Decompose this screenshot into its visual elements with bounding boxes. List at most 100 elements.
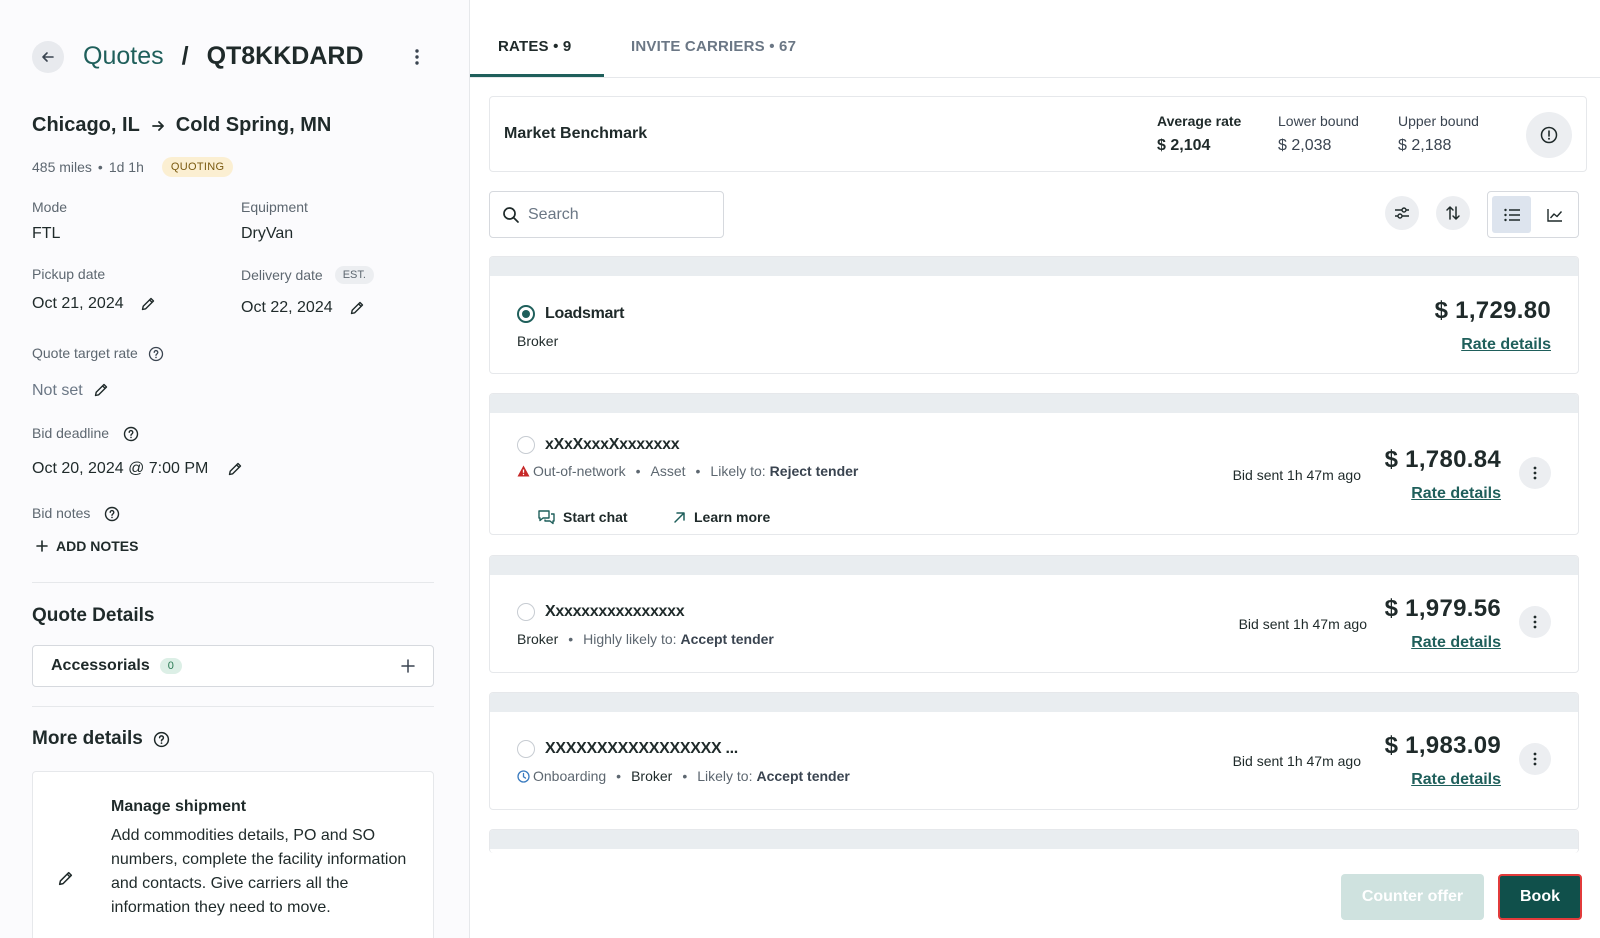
rate-price: $ 1,983.09 — [1384, 732, 1501, 759]
rate-details-link[interactable]: Rate details — [1411, 485, 1501, 503]
manage-shipment-title: Manage shipment — [111, 798, 247, 815]
search-input[interactable] — [528, 205, 708, 224]
carrier-attributes: Broker • Highly likely to: Accept tender — [517, 631, 774, 647]
target-rate-field: Not set — [32, 382, 109, 400]
status-badge: QUOTING — [161, 157, 234, 177]
rate-card-partial — [489, 829, 1579, 853]
bid-notes-label: Bid notes — [32, 505, 91, 521]
filter-sliders-icon — [1395, 207, 1409, 219]
sort-button[interactable] — [1436, 196, 1470, 230]
bid-sent-time: Bid sent 1h 47m ago — [1238, 616, 1367, 632]
target-rate-value: Not set — [32, 382, 83, 399]
equipment-value: DryVan — [241, 225, 294, 242]
breadcrumb-quotes-link[interactable]: Quotes — [83, 42, 164, 71]
accessorials-count-badge: 0 — [159, 658, 182, 674]
arrow-left-icon — [42, 52, 54, 62]
help-icon[interactable] — [123, 426, 139, 442]
quote-more-menu-button[interactable] — [404, 44, 430, 70]
edit-target-rate-icon[interactable] — [93, 382, 109, 398]
benchmark-info-button[interactable] — [1526, 112, 1572, 158]
quote-sidebar: Quotes / QT8KKDARD Chicago, IL Cold Spri… — [0, 0, 470, 938]
market-benchmark-card: Market Benchmark Average rate $ 2,104 Lo… — [489, 96, 1587, 172]
bid-sent-time: Bid sent 1h 47m ago — [1232, 753, 1361, 769]
origin: Chicago, IL — [32, 114, 140, 136]
quote-id: QT8KKDARD — [206, 42, 364, 70]
chart-view-button[interactable] — [1535, 196, 1574, 233]
pickup-date-label: Pickup date — [32, 266, 106, 282]
network-status: Out-of-network — [533, 463, 626, 479]
rate-more-menu-button[interactable] — [1519, 457, 1551, 489]
average-rate: Average rate $ 2,104 — [1157, 113, 1241, 155]
select-rate-radio[interactable] — [517, 436, 535, 454]
likely-label: Likely to: — [697, 768, 753, 784]
route-title: Chicago, IL Cold Spring, MN — [32, 114, 331, 137]
edit-pickup-date-icon[interactable] — [140, 296, 156, 312]
carrier-name: XXXXXXXXXXXXXXXXX ... — [545, 740, 738, 757]
rate-card-loadsmart[interactable]: Loadsmart Broker $ 1,729.80 Rate details — [489, 256, 1579, 374]
likely-value: Reject tender — [769, 463, 859, 479]
rate-details-link[interactable]: Rate details — [1411, 634, 1501, 652]
rate-details-link[interactable]: Rate details — [1461, 336, 1551, 354]
list-view-button[interactable] — [1492, 196, 1531, 233]
help-icon[interactable] — [153, 731, 170, 748]
carrier-attributes: Out-of-network • Asset • Likely to: Reje… — [517, 463, 858, 479]
distance: 485 miles — [32, 159, 92, 175]
rate-more-menu-button[interactable] — [1519, 606, 1551, 638]
search-field — [489, 191, 724, 238]
rate-card[interactable]: XXXXXXXXXXXXXXXXX ... Onboarding • Broke… — [489, 692, 1579, 810]
add-notes-label: ADD NOTES — [56, 538, 139, 554]
target-rate-label: Quote target rate — [32, 345, 138, 361]
rate-card-header-strip — [490, 257, 1578, 276]
book-button[interactable]: Book — [1498, 874, 1582, 920]
quote-details-title: Quote Details — [32, 605, 155, 626]
learn-more-link[interactable]: Learn more — [673, 509, 770, 525]
carrier-attributes: Onboarding • Broker • Likely to: Accept … — [517, 768, 850, 784]
pencil-icon — [58, 871, 73, 886]
delivery-date-field: Oct 22, 2024 — [241, 299, 365, 317]
select-rate-radio[interactable] — [517, 740, 535, 758]
edit-bid-deadline-icon[interactable] — [227, 461, 243, 477]
manage-shipment-card[interactable]: Manage shipment Add commodities details,… — [32, 771, 434, 938]
external-arrow-icon — [674, 511, 685, 523]
onboarding-status: Onboarding — [533, 768, 607, 784]
carrier-type: Broker — [517, 333, 558, 349]
lower-bound-value: $ 2,038 — [1278, 137, 1332, 154]
likely-value: Accept tender — [756, 768, 850, 784]
rate-more-menu-button[interactable] — [1519, 743, 1551, 775]
carrier-name: Xxxxxxxxxxxxxxxx — [545, 603, 685, 620]
delivery-date-label-row: Delivery date EST. — [241, 266, 374, 284]
estimated-badge: EST. — [334, 266, 374, 284]
select-rate-radio[interactable] — [517, 305, 535, 323]
bid-deadline-label-row: Bid deadline — [32, 425, 139, 442]
active-tab-indicator — [470, 74, 604, 77]
tab-bar: RATES • 9 INVITE CARRIERS • 67 — [470, 0, 1600, 78]
help-icon[interactable] — [148, 346, 164, 362]
tab-rates[interactable]: RATES • 9 — [498, 38, 571, 55]
add-accessorial-icon[interactable] — [401, 659, 415, 673]
kebab-icon — [1533, 752, 1537, 766]
filter-button[interactable] — [1385, 196, 1419, 230]
help-icon[interactable] — [104, 506, 120, 522]
likely-value: Accept tender — [680, 631, 774, 647]
search-icon — [503, 206, 519, 223]
rate-card[interactable]: Xxxxxxxxxxxxxxxx Broker • Highly likely … — [489, 555, 1579, 673]
breadcrumb: Quotes / QT8KKDARD — [83, 42, 364, 71]
likely-label: Likely to: — [710, 463, 766, 479]
kebab-icon — [415, 49, 419, 65]
tab-invite-carriers[interactable]: INVITE CARRIERS • 67 — [631, 38, 796, 55]
counter-offer-button[interactable]: Counter offer — [1341, 874, 1484, 920]
carrier-type-label: Broker — [631, 768, 673, 784]
select-rate-radio[interactable] — [517, 603, 535, 621]
accessorials-row[interactable]: Accessorials 0 — [32, 645, 434, 687]
bid-sent-time: Bid sent 1h 47m ago — [1232, 467, 1361, 483]
add-notes-button[interactable]: ADD NOTES — [36, 538, 138, 554]
rate-card-header-strip — [490, 394, 1578, 413]
edit-delivery-date-icon[interactable] — [349, 300, 365, 316]
route-meta: 485 miles • 1d 1h QUOTING — [32, 157, 234, 177]
rate-details-link[interactable]: Rate details — [1411, 771, 1501, 789]
upper-bound-value: $ 2,188 — [1398, 137, 1452, 154]
rate-card[interactable]: xXxXxxxXxxxxxxx Out-of-network • Asset •… — [489, 393, 1579, 535]
upper-bound-label: Upper bound — [1398, 113, 1479, 129]
start-chat-button[interactable]: Start chat — [538, 509, 628, 525]
back-button[interactable] — [32, 41, 64, 73]
